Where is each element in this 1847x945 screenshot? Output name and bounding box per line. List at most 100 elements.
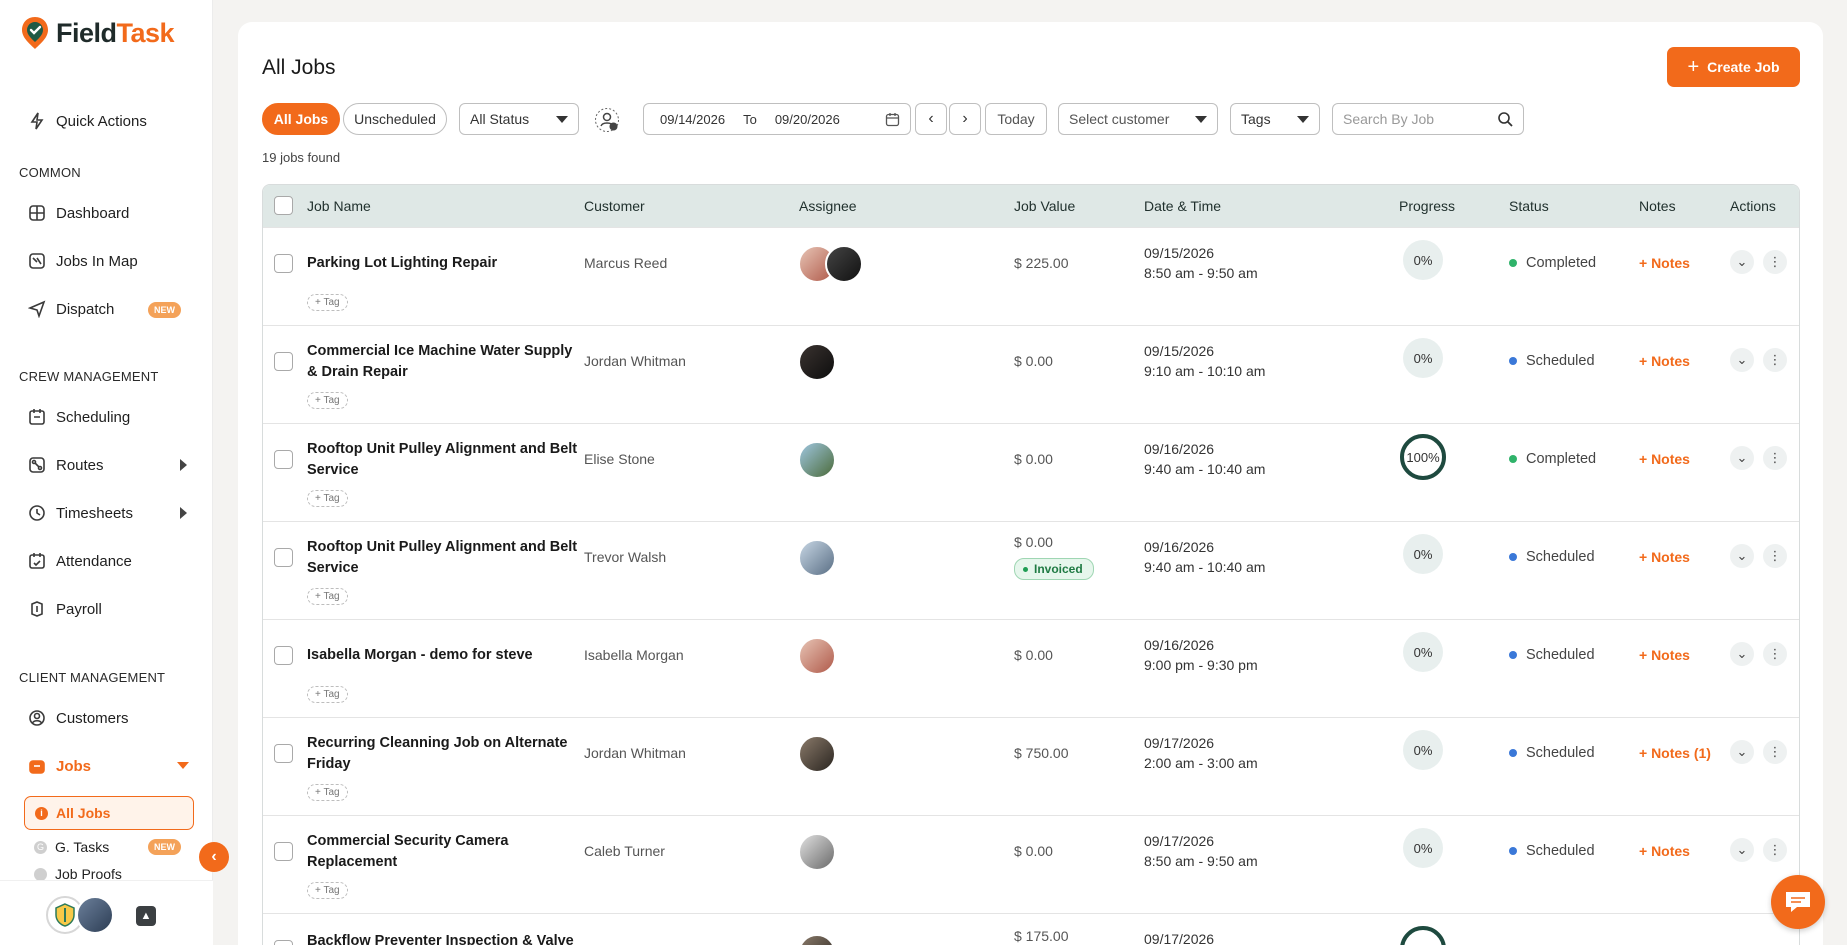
- column-header[interactable]: Notes: [1639, 198, 1676, 214]
- assignee-avatar[interactable]: [798, 441, 836, 479]
- assignee-avatar[interactable]: [798, 637, 836, 675]
- sidebar-subitem-all-jobs[interactable]: i All Jobs: [24, 796, 194, 830]
- column-header[interactable]: Customer: [584, 198, 645, 214]
- job-name[interactable]: Parking Lot Lighting Repair: [307, 253, 579, 274]
- column-header[interactable]: Progress: [1399, 198, 1455, 214]
- expand-up-button[interactable]: ▲: [136, 906, 156, 926]
- add-tag-button[interactable]: + Tag: [307, 686, 348, 703]
- search-input[interactable]: Search By Job: [1332, 103, 1524, 135]
- notes-button[interactable]: + Notes: [1639, 255, 1690, 271]
- table-row[interactable]: Rooftop Unit Pulley Alignment and Belt S…: [263, 423, 1799, 521]
- notes-button[interactable]: + Notes (1): [1639, 745, 1711, 761]
- row-checkbox[interactable]: [274, 254, 293, 273]
- caret-right-icon[interactable]: [180, 459, 187, 471]
- job-name[interactable]: Commercial Security Camera Replacement: [307, 831, 579, 873]
- job-name[interactable]: Recurring Cleanning Job on Alternate Fri…: [307, 733, 579, 775]
- row-checkbox[interactable]: [274, 744, 293, 763]
- table-row[interactable]: Parking Lot Lighting Repair + Tag Marcus…: [263, 227, 1799, 325]
- job-name[interactable]: Backflow Preventer Inspection & Valve: [307, 931, 607, 945]
- date-range-picker[interactable]: 09/14/2026 To 09/20/2026: [643, 103, 911, 135]
- sidebar-item-attendance[interactable]: Attendance: [28, 548, 196, 574]
- job-name[interactable]: Rooftop Unit Pulley Alignment and Belt S…: [307, 439, 579, 481]
- expand-row-button[interactable]: ⌄: [1730, 446, 1754, 470]
- customer-select[interactable]: Select customer: [1058, 103, 1218, 135]
- expand-row-button[interactable]: ⌄: [1730, 250, 1754, 274]
- sidebar-item-dashboard[interactable]: Dashboard: [28, 200, 196, 226]
- column-header[interactable]: Job Name: [307, 198, 371, 214]
- job-name[interactable]: Commercial Ice Machine Water Supply & Dr…: [307, 341, 579, 383]
- row-checkbox[interactable]: [274, 646, 293, 665]
- sidebar-item-quick-actions[interactable]: Quick Actions: [28, 108, 196, 134]
- logo[interactable]: FieldTask: [20, 16, 175, 50]
- more-actions-button[interactable]: ⋮: [1763, 250, 1787, 274]
- tags-select[interactable]: Tags: [1230, 103, 1320, 135]
- column-header[interactable]: Status: [1509, 198, 1549, 214]
- row-checkbox[interactable]: [274, 842, 293, 861]
- chat-button[interactable]: [1771, 875, 1825, 929]
- table-row[interactable]: Commercial Ice Machine Water Supply & Dr…: [263, 325, 1799, 423]
- add-tag-button[interactable]: + Tag: [307, 882, 348, 899]
- row-checkbox[interactable]: [274, 940, 293, 945]
- today-button[interactable]: Today: [985, 103, 1047, 135]
- column-header[interactable]: Job Value: [1014, 198, 1075, 214]
- row-checkbox[interactable]: [274, 548, 293, 567]
- collapse-sidebar-button[interactable]: ‹: [199, 842, 229, 872]
- expand-row-button[interactable]: ⌄: [1730, 642, 1754, 666]
- status-select[interactable]: All Status: [459, 103, 579, 135]
- expand-row-button[interactable]: ⌄: [1730, 838, 1754, 862]
- job-name[interactable]: Isabella Morgan - demo for steve: [307, 645, 579, 666]
- assignee-avatar[interactable]: [798, 833, 836, 871]
- notes-button[interactable]: + Notes: [1639, 549, 1690, 565]
- assignee-avatar[interactable]: [798, 539, 836, 577]
- assignee-avatar[interactable]: [798, 343, 836, 381]
- select-all-checkbox[interactable]: [274, 196, 293, 215]
- row-checkbox[interactable]: [274, 352, 293, 371]
- notes-button[interactable]: + Notes: [1639, 353, 1690, 369]
- more-actions-button[interactable]: ⋮: [1763, 348, 1787, 372]
- sidebar-item-customers[interactable]: Customers: [28, 705, 196, 731]
- row-checkbox[interactable]: [274, 450, 293, 469]
- more-actions-button[interactable]: ⋮: [1763, 642, 1787, 666]
- notes-button[interactable]: + Notes: [1639, 647, 1690, 663]
- prev-week-button[interactable]: ‹: [915, 103, 947, 135]
- account-switcher[interactable]: [46, 896, 116, 936]
- sidebar-item-jobs[interactable]: Jobs: [28, 753, 196, 779]
- sidebar-item-timesheets[interactable]: Timesheets: [28, 500, 196, 526]
- tab-unscheduled[interactable]: Unscheduled: [343, 103, 447, 135]
- assignee-avatar[interactable]: [825, 245, 863, 283]
- table-row[interactable]: Recurring Cleanning Job on Alternate Fri…: [263, 717, 1799, 815]
- add-tag-button[interactable]: + Tag: [307, 490, 348, 507]
- notes-button[interactable]: + Notes: [1639, 843, 1690, 859]
- expand-row-button[interactable]: ⌄: [1730, 740, 1754, 764]
- column-header[interactable]: Date & Time: [1144, 198, 1221, 214]
- table-row[interactable]: Rooftop Unit Pulley Alignment and Belt S…: [263, 521, 1799, 619]
- tab-all-jobs[interactable]: All Jobs: [262, 103, 340, 135]
- search-icon[interactable]: [1497, 111, 1513, 127]
- column-header[interactable]: Assignee: [799, 198, 857, 214]
- expand-row-button[interactable]: ⌄: [1730, 348, 1754, 372]
- create-job-button[interactable]: + Create Job: [1667, 47, 1800, 87]
- expand-row-button[interactable]: ⌄: [1730, 544, 1754, 568]
- more-actions-button[interactable]: ⋮: [1763, 838, 1787, 862]
- table-row[interactable]: Commercial Security Camera Replacement +…: [263, 815, 1799, 913]
- more-actions-button[interactable]: ⋮: [1763, 446, 1787, 470]
- sidebar-item-routes[interactable]: Routes: [28, 452, 196, 478]
- more-actions-button[interactable]: ⋮: [1763, 544, 1787, 568]
- user-filter-icon[interactable]: [594, 107, 620, 133]
- add-tag-button[interactable]: + Tag: [307, 294, 348, 311]
- caret-right-icon[interactable]: [180, 507, 187, 519]
- more-actions-button[interactable]: ⋮: [1763, 740, 1787, 764]
- sidebar-item-payroll[interactable]: Payroll: [28, 596, 196, 622]
- assignee-avatar[interactable]: [798, 934, 836, 945]
- add-tag-button[interactable]: + Tag: [307, 784, 348, 801]
- assignee-avatar[interactable]: [798, 735, 836, 773]
- sidebar-item-scheduling[interactable]: Scheduling: [28, 404, 196, 430]
- table-row[interactable]: Backflow Preventer Inspection & Valve $ …: [263, 913, 1799, 945]
- table-row[interactable]: Isabella Morgan - demo for steve + Tag I…: [263, 619, 1799, 717]
- sidebar-item-jobs-in-map[interactable]: Jobs In Map: [28, 248, 196, 274]
- add-tag-button[interactable]: + Tag: [307, 588, 348, 605]
- notes-button[interactable]: + Notes: [1639, 451, 1690, 467]
- caret-down-icon[interactable]: [177, 762, 189, 769]
- add-tag-button[interactable]: + Tag: [307, 392, 348, 409]
- job-name[interactable]: Rooftop Unit Pulley Alignment and Belt S…: [307, 537, 579, 579]
